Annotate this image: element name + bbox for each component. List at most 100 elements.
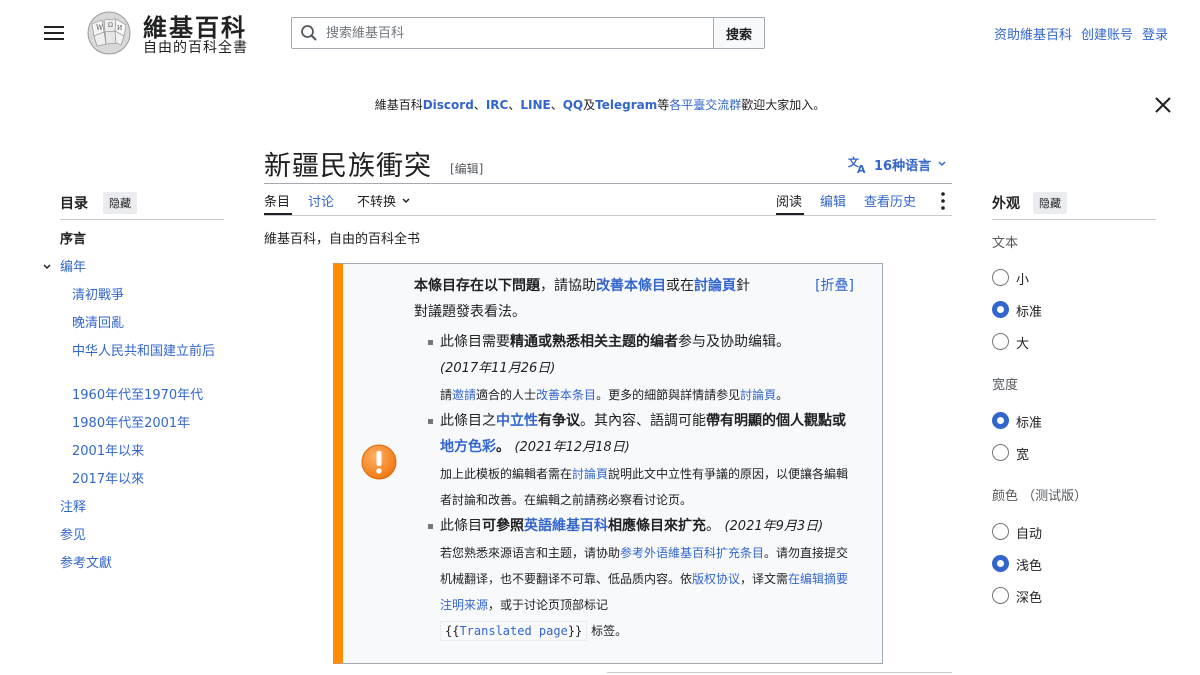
improve-link[interactable]: 改善本条目 bbox=[536, 388, 596, 402]
toc-hide-button[interactable]: 隐藏 bbox=[103, 192, 137, 214]
tab-read[interactable]: 阅读 bbox=[776, 191, 802, 210]
radio-color-light[interactable] bbox=[992, 555, 1009, 572]
close-icon[interactable] bbox=[1152, 94, 1174, 116]
radio-label: 浅色 bbox=[1016, 559, 1043, 574]
qq-link[interactable]: QQ bbox=[563, 98, 583, 112]
tab-history[interactable]: 查看历史 bbox=[864, 191, 916, 210]
toc-subitem[interactable]: 中华人民共和国建立前后 bbox=[72, 343, 222, 361]
english-wikipedia-link[interactable]: 英語維基百科 bbox=[524, 518, 608, 534]
radio-width-standard[interactable] bbox=[992, 412, 1009, 429]
toc-subitem[interactable]: 1980年代至2001年 bbox=[72, 415, 222, 433]
create-account-link[interactable]: 创建账号 bbox=[1081, 24, 1133, 43]
talk-page-link[interactable]: 討論頁 bbox=[572, 467, 608, 481]
toc-item-intro[interactable]: 序言 bbox=[60, 231, 230, 249]
issue-date: (2021年9月3日) bbox=[724, 519, 824, 534]
text: 相應條目來扩充 bbox=[608, 518, 706, 534]
svg-text:Ω: Ω bbox=[108, 22, 113, 29]
text: 。更多的細節與詳情請参见 bbox=[596, 388, 741, 402]
search-button[interactable]: 搜索 bbox=[713, 17, 765, 49]
text: 。 bbox=[706, 518, 720, 534]
telegram-link[interactable]: Telegram bbox=[595, 98, 657, 112]
toc-subitem[interactable]: 2001年以来 bbox=[72, 443, 222, 461]
issues-list: 此條目需要精通或熟悉相关主题的编者参与及协助编辑。 (2017年11月26日) … bbox=[414, 329, 854, 644]
notice-sep: 、 bbox=[508, 98, 521, 112]
translate-icon: 文 A bbox=[848, 155, 866, 174]
svg-text:И: И bbox=[117, 25, 122, 32]
text: 有争议 bbox=[538, 413, 580, 429]
radio-text-large[interactable] bbox=[992, 333, 1009, 350]
radio-width-wide[interactable] bbox=[992, 444, 1009, 461]
text: 此條目需要 bbox=[440, 334, 510, 350]
width-heading: 宽度 bbox=[992, 378, 1019, 393]
wikipedia-globe-icon[interactable]: W Ω И bbox=[84, 10, 134, 56]
irc-link[interactable]: IRC bbox=[486, 98, 509, 112]
radio-label: 自动 bbox=[1016, 527, 1043, 542]
svg-text:W: W bbox=[96, 24, 104, 32]
language-count: 16种语言 bbox=[874, 158, 932, 174]
issue-note: 若您熟悉來源语言和主题，请协助参考外语維基百科扩充条目。请勿直接提交机械翻译，也… bbox=[440, 546, 848, 641]
text: 。其內容、語調可能 bbox=[580, 413, 706, 429]
content-edge bbox=[607, 672, 952, 673]
variant-dropdown[interactable]: 不转换 bbox=[357, 191, 411, 210]
notice-sep: 、 bbox=[550, 98, 563, 112]
edit-section-label: [编辑] bbox=[450, 162, 484, 176]
text: 請 bbox=[440, 388, 453, 402]
toc-item-see-also[interactable]: 参见 bbox=[60, 527, 230, 545]
toc-subitem[interactable]: 清初戰爭 bbox=[72, 287, 222, 305]
tab-article[interactable]: 条目 bbox=[264, 191, 290, 210]
text: 标签。 bbox=[591, 624, 628, 638]
notice-sep: 、 bbox=[473, 98, 486, 112]
text: 可參照 bbox=[482, 518, 524, 534]
edit-section-link[interactable]: [编辑] bbox=[450, 160, 483, 177]
talk-page-link[interactable]: 討論頁 bbox=[740, 388, 776, 402]
toc-subitem[interactable]: 2017年以來 bbox=[72, 471, 222, 489]
chevron-down-icon[interactable] bbox=[42, 262, 52, 272]
talk-page-link[interactable]: 討論頁 bbox=[694, 278, 736, 294]
improve-article-link[interactable]: 改善本條目 bbox=[596, 278, 666, 294]
local-color-link[interactable]: 地方色彩 bbox=[440, 439, 496, 455]
text: }} bbox=[567, 624, 583, 638]
text: 此條目 bbox=[440, 518, 482, 534]
platforms-link[interactable]: 各平臺交流群 bbox=[669, 98, 741, 112]
text: 参与及协助编辑。 bbox=[678, 334, 790, 350]
translated-page-template-link[interactable]: Translated page bbox=[459, 624, 567, 638]
toc-item-notes[interactable]: 注释 bbox=[60, 499, 230, 517]
issue-date: (2021年12月18日) bbox=[514, 440, 630, 455]
color-heading: 颜色 （测试版） bbox=[992, 489, 1088, 504]
site-notice: 維基百科Discord、IRC、LINE、QQ及Telegram等各平臺交流群歡… bbox=[0, 96, 1200, 113]
issue-item: 此條目之中立性有争议。其內容、語調可能帶有明顯的個人觀點或地方色彩。 (2021… bbox=[428, 408, 854, 513]
tab-talk[interactable]: 讨论 bbox=[308, 191, 334, 210]
issues-message-text: 本條目存在以下問題，請協助改善本條目或在討論頁針 [折叠] 對議題發表看法。 此… bbox=[414, 273, 854, 644]
radio-color-dark[interactable] bbox=[992, 587, 1009, 604]
radio-text-small[interactable] bbox=[992, 269, 1009, 286]
collapse-toggle[interactable]: [折叠] bbox=[815, 273, 854, 299]
search-input[interactable] bbox=[322, 18, 707, 48]
expand-article-link[interactable]: 参考外语維基百科扩充条目 bbox=[620, 546, 764, 560]
discord-link[interactable]: Discord bbox=[423, 98, 474, 112]
warning-icon bbox=[361, 444, 397, 480]
donate-link[interactable]: 资助維基百科 bbox=[994, 24, 1072, 43]
text: 帶有明顯的個人觀點或 bbox=[706, 413, 846, 429]
login-link[interactable]: 登录 bbox=[1142, 24, 1168, 43]
invite-link[interactable]: 邀請 bbox=[452, 388, 476, 402]
more-actions-icon[interactable] bbox=[938, 191, 948, 211]
toc-subitem[interactable]: 晚清回亂 bbox=[72, 315, 222, 333]
line-link[interactable]: LINE bbox=[520, 98, 550, 112]
radio-text-standard[interactable] bbox=[992, 301, 1009, 318]
text: ，译文需 bbox=[740, 572, 789, 586]
license-link[interactable]: 版权协议 bbox=[692, 572, 740, 586]
neutrality-link[interactable]: 中立性 bbox=[496, 413, 538, 429]
search-icon bbox=[301, 25, 317, 41]
tab-edit[interactable]: 编辑 bbox=[820, 191, 846, 210]
appearance-hide-button[interactable]: 隐藏 bbox=[1033, 192, 1067, 214]
notice-etc: 等 bbox=[657, 98, 670, 112]
main-menu-button[interactable] bbox=[44, 26, 64, 40]
toc-item-chronology[interactable]: 编年 bbox=[60, 259, 230, 277]
text: 針 bbox=[736, 278, 750, 294]
toc-item-references[interactable]: 参考文獻 bbox=[60, 555, 230, 573]
radio-color-auto[interactable] bbox=[992, 523, 1009, 540]
toc-subitem[interactable]: 1960年代至1970年代 bbox=[72, 387, 222, 405]
notice-welcome: 歡迎大家加入。 bbox=[741, 98, 826, 112]
template-code: {{Translated page}} bbox=[440, 621, 588, 641]
language-button[interactable]: 文 A 16种语言 bbox=[848, 154, 947, 174]
